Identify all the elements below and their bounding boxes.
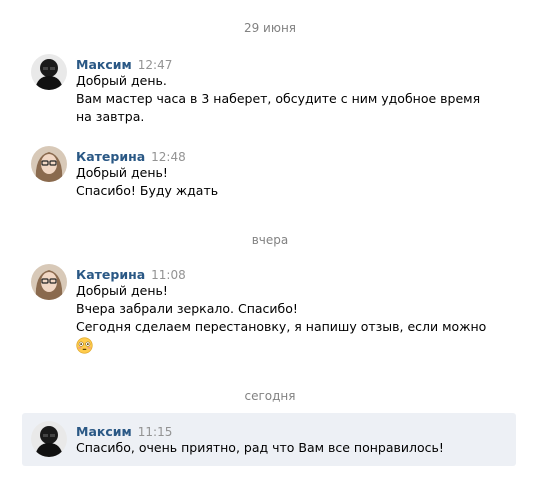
avatar[interactable] xyxy=(31,421,67,457)
message-maxim-1[interactable]: Максим 12:47 Добрый день. Вам мастер часа… xyxy=(22,50,516,130)
avatar[interactable] xyxy=(31,264,67,300)
flushed-face-emoji-icon xyxy=(76,337,93,354)
message-line: Вам мастер часа в 3 наберет, обсудите с … xyxy=(76,91,481,106)
message-maxim-2[interactable]: Максим 11:15 Спасибо, очень приятно, рад … xyxy=(22,413,516,466)
message-time: 11:15 xyxy=(137,425,173,439)
message-author[interactable]: Максим 12:47 xyxy=(76,57,172,72)
message-author[interactable]: Катерина 12:48 xyxy=(76,149,186,164)
message-katerina-1[interactable]: Катерина 12:48 Добрый день! Спасибо! Буду… xyxy=(22,142,516,202)
date-divider: сегодня xyxy=(244,389,296,403)
message-katerina-2[interactable]: Катерина 11:08 Добрый день! Вчера забрали… xyxy=(22,260,516,360)
message-line: Добрый день. xyxy=(76,73,167,88)
message-text: Спасибо, очень приятно, рад что Вам все … xyxy=(76,439,506,457)
message-text: Добрый день! Вчера забрали зеркало. Спас… xyxy=(76,282,506,354)
message-text: Добрый день! Спасибо! Буду ждать xyxy=(76,164,506,200)
avatar-katerina-image xyxy=(31,264,67,300)
message-line: на завтра. xyxy=(76,109,145,124)
message-time: 11:08 xyxy=(151,268,186,282)
message-time: 12:47 xyxy=(137,58,173,72)
message-line: Добрый день! xyxy=(76,283,168,298)
message-line: Вчера забрали зеркало. Спасибо! xyxy=(76,301,298,316)
message-author[interactable]: Максим 11:15 xyxy=(76,424,172,439)
avatar-maxim-image xyxy=(31,54,67,90)
date-divider: 29 июня xyxy=(243,21,297,35)
message-text: Добрый день. Вам мастер часа в 3 наберет… xyxy=(76,72,506,126)
avatar-maxim-image xyxy=(31,421,67,457)
message-line: Добрый день! xyxy=(76,165,168,180)
message-line: Спасибо, очень приятно, рад что Вам все … xyxy=(76,440,444,455)
avatar[interactable] xyxy=(31,54,67,90)
message-line: Сегодня сделаем перестановку, я напишу о… xyxy=(76,319,487,334)
message-author[interactable]: Катерина 11:08 xyxy=(76,267,186,282)
avatar[interactable] xyxy=(31,146,67,182)
date-divider: вчера xyxy=(251,233,289,247)
avatar-katerina-image xyxy=(31,146,67,182)
message-line: Спасибо! Буду ждать xyxy=(76,183,219,198)
message-time: 12:48 xyxy=(151,150,186,164)
